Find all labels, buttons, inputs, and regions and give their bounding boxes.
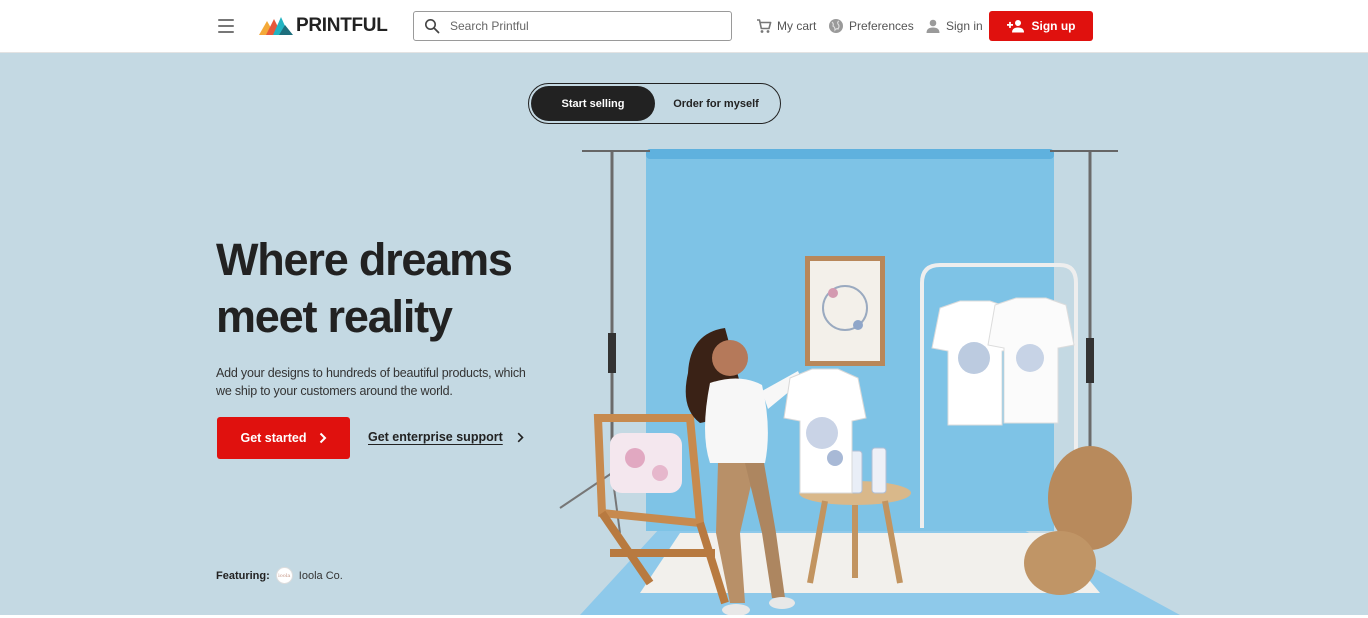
enterprise-support-link[interactable]: Get enterprise support xyxy=(368,430,524,444)
toggle-start-selling[interactable]: Start selling xyxy=(531,86,655,121)
preferences-label: Preferences xyxy=(849,19,914,33)
logo-mark-icon xyxy=(259,17,293,35)
printful-logo[interactable]: PRINTFUL xyxy=(259,15,388,37)
search-bar[interactable] xyxy=(413,11,732,41)
hero-photo xyxy=(559,149,1180,615)
menu-icon[interactable] xyxy=(218,19,234,33)
logo-text: PRINTFUL xyxy=(296,15,388,36)
toggle-order-for-myself[interactable]: Order for myself xyxy=(655,86,777,121)
person-face xyxy=(712,340,748,376)
featuring-credit: Featuring: ioola Ioola Co. xyxy=(216,567,343,584)
backdrop-roll xyxy=(646,149,1054,159)
brand-logo-icon: ioola xyxy=(275,567,293,584)
search-icon xyxy=(425,19,440,34)
signup-label: Sign up xyxy=(1031,19,1076,33)
cart-label: My cart xyxy=(777,19,817,33)
signin-label: Sign in xyxy=(946,19,983,33)
top-header: PRINTFUL My cart Preferences Sign in xyxy=(0,0,1368,53)
pillow xyxy=(610,433,682,493)
search-input[interactable] xyxy=(450,19,720,33)
signin-link[interactable]: Sign in xyxy=(925,17,983,35)
hero-subtext: Add your designs to hundreds of beautifu… xyxy=(216,366,526,398)
hero-headline: Where dreams meet reality xyxy=(216,234,513,342)
globe-icon xyxy=(829,19,843,33)
chevron-right-icon xyxy=(517,432,524,442)
cart-link[interactable]: My cart xyxy=(756,17,816,35)
person-sweater xyxy=(705,378,768,463)
tumbler-2 xyxy=(871,447,887,494)
wicker-basket-2 xyxy=(1024,531,1096,595)
get-started-label: Get started xyxy=(240,431,307,445)
cart-icon xyxy=(757,19,772,33)
get-started-button[interactable]: Get started xyxy=(217,417,350,459)
signup-button[interactable]: Sign up xyxy=(989,11,1093,41)
audience-toggle[interactable]: Start selling Order for myself xyxy=(528,83,781,124)
featuring-brand: Ioola Co. xyxy=(298,569,343,582)
user-icon xyxy=(926,19,940,33)
enterprise-support-label: Get enterprise support xyxy=(368,430,503,444)
featuring-label: Featuring: xyxy=(216,569,270,582)
hero-section: Start selling Order for myself Where dre… xyxy=(0,53,1368,615)
add-user-icon xyxy=(1006,20,1024,33)
preferences-link[interactable]: Preferences xyxy=(828,17,914,35)
chevron-right-icon xyxy=(319,432,326,444)
